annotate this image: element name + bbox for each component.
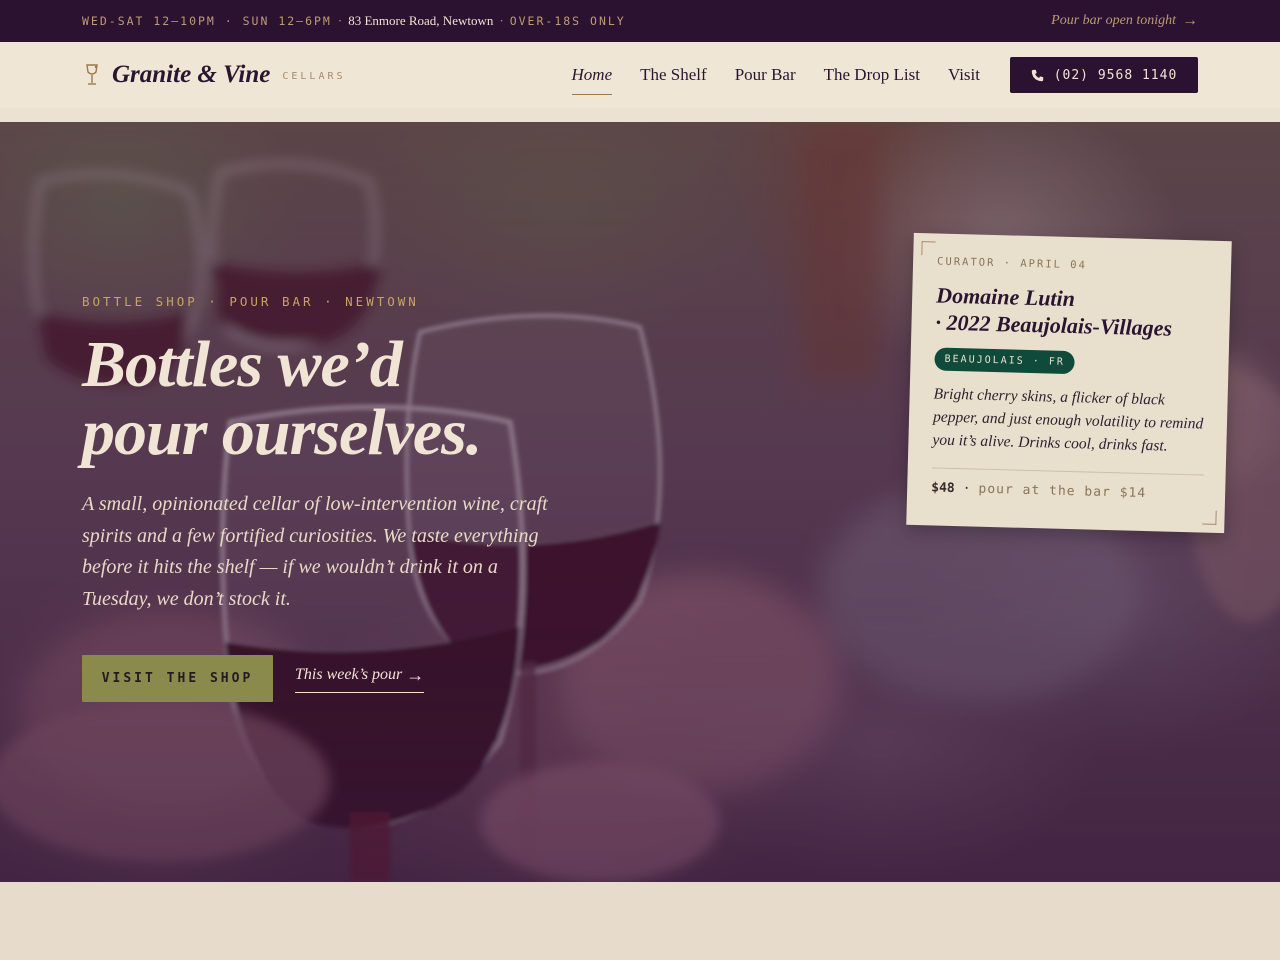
curator-meta: CURATOR · APRIL 04	[936, 255, 1088, 272]
phone-number: (02) 9568 1140	[1053, 67, 1178, 83]
visit-shop-button[interactable]: VISIT THE SHOP	[82, 655, 273, 702]
hero-title-line-1: Bottles we’d	[82, 328, 403, 401]
separator: ·	[499, 13, 504, 28]
hero-description: A small, opinionated cellar of low-inter…	[82, 493, 548, 610]
corner-mark-icon	[1202, 510, 1217, 525]
hero-title-line-2: pour ourselves.	[82, 396, 482, 469]
separator: ·	[962, 481, 971, 497]
price-row: $48 · pour at the bar $14	[931, 480, 1203, 502]
top-info-bar: WED-SAT 12–10PM · SUN 12–6PM · 83 Enmore…	[0, 0, 1280, 42]
pour-bar-link-label: Pour bar open tonight	[1051, 13, 1176, 28]
nav-item-home[interactable]: Home	[571, 61, 612, 95]
brand-name: Granite & Vine	[112, 61, 271, 88]
divider	[931, 467, 1204, 476]
bottle-price: $48	[931, 480, 955, 497]
brand-logo[interactable]: Granite & Vine CELLARS	[82, 61, 346, 89]
pour-price: pour at the bar $14	[978, 481, 1147, 502]
wine-name: Domaine Lutin · 2022 Beaujolais-Villages	[935, 281, 1208, 342]
main-nav: Home The Shelf Pour Bar The Drop List Vi…	[571, 61, 980, 95]
brand-subtitle: CELLARS	[282, 70, 346, 82]
corner-mark-icon	[921, 241, 936, 256]
call-button[interactable]: (02) 9568 1140	[1010, 57, 1198, 93]
store-address: 83 Enmore Road, Newtown	[348, 13, 494, 28]
nav-item-visit[interactable]: Visit	[948, 61, 980, 89]
weekly-pour-link[interactable]: This week’s pour →	[295, 664, 425, 693]
nav-item-the-drop-list[interactable]: The Drop List	[824, 61, 920, 89]
nav-item-pour-bar[interactable]: Pour Bar	[735, 61, 796, 89]
wine-vintage: · 2022 Beaujolais-Villages	[935, 309, 1173, 341]
opening-hours: WED-SAT 12–10PM · SUN 12–6PM	[82, 14, 332, 28]
nav-item-the-shelf[interactable]: The Shelf	[640, 61, 707, 89]
arrow-right-icon: →	[406, 664, 425, 685]
weekly-pour-link-label: This week’s pour	[295, 666, 403, 683]
wine-producer: Domaine Lutin	[935, 282, 1076, 312]
hero-title: Bottles we’d pour ourselves.	[82, 331, 602, 467]
next-section	[0, 882, 1280, 960]
header-spacer	[0, 108, 1280, 122]
site-header: Granite & Vine CELLARS Home The Shelf Po…	[0, 42, 1280, 108]
age-notice: OVER-18S ONLY	[509, 14, 626, 28]
hero-content: BOTTLE SHOP · POUR BAR · NEWTOWN Bottles…	[82, 294, 602, 702]
hero-eyebrow: BOTTLE SHOP · POUR BAR · NEWTOWN	[82, 294, 419, 309]
wine-glass-icon	[86, 64, 98, 85]
separator: ·	[337, 13, 343, 28]
tasting-notes: Bright cherry skins, a flicker of black …	[932, 385, 1204, 455]
phone-icon	[1031, 69, 1043, 81]
pour-bar-link[interactable]: Pour bar open tonight →	[1051, 12, 1198, 30]
arrow-right-icon: →	[1182, 12, 1198, 29]
region-badge: BEAUJOLAIS · FR	[934, 347, 1076, 375]
curator-pick-card[interactable]: CURATOR · APRIL 04 Domaine Lutin · 2022 …	[906, 232, 1232, 534]
hero-actions: VISIT THE SHOP This week’s pour →	[82, 655, 425, 702]
